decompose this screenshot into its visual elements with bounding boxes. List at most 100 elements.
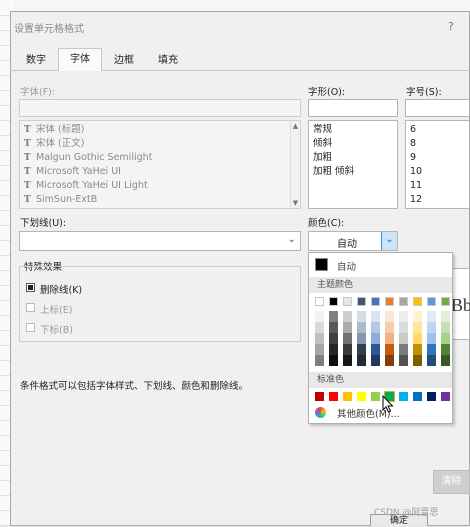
tab-number[interactable]: 数字 (20, 51, 52, 70)
theme-color-swatch[interactable] (315, 297, 324, 306)
theme-shade-swatch[interactable] (441, 333, 450, 344)
standard-color-swatch[interactable] (441, 392, 450, 401)
theme-shade-swatch[interactable] (329, 344, 338, 355)
theme-shade-swatch[interactable] (399, 333, 408, 344)
theme-shade-swatch[interactable] (399, 344, 408, 355)
theme-shade-swatch[interactable] (315, 344, 324, 355)
standard-color-swatch[interactable] (371, 392, 380, 401)
font-size-list[interactable]: 6 8 9 10 11 12 (405, 120, 470, 209)
font-list-item[interactable]: T Microsoft YaHei UI Light (24, 179, 148, 193)
font-style-item[interactable]: 加粗 倾斜 (313, 165, 354, 179)
theme-shade-swatch[interactable] (441, 344, 450, 355)
theme-shade-swatch[interactable] (413, 355, 422, 366)
theme-color-swatch[interactable] (441, 297, 450, 306)
theme-shade-swatch[interactable] (371, 355, 380, 366)
standard-color-swatch[interactable] (399, 392, 408, 401)
font-style-item[interactable]: 倾斜 (313, 137, 332, 151)
theme-shade-swatch[interactable] (343, 311, 352, 322)
underline-select[interactable]: ⌄ (19, 231, 301, 251)
theme-shade-swatch[interactable] (441, 311, 450, 322)
font-list[interactable]: T 宋体 (标题) T 宋体 (正文) T Malgun Gothic Semilig… (19, 120, 301, 209)
theme-shade-swatch[interactable] (385, 344, 394, 355)
font-list-item[interactable]: T SimSun-ExtB (24, 193, 97, 207)
font-size-item[interactable]: 6 (410, 123, 416, 137)
theme-shade-swatch[interactable] (441, 322, 450, 333)
theme-shade-swatch[interactable] (385, 322, 394, 333)
chevron-down-icon[interactable]: ⌄ (381, 232, 397, 250)
theme-color-swatch[interactable] (329, 297, 338, 306)
font-size-item[interactable]: 8 (410, 137, 416, 151)
standard-color-swatch[interactable] (329, 392, 338, 401)
font-style-list[interactable]: 常规 倾斜 加粗 加粗 倾斜 (308, 120, 398, 209)
theme-shade-swatch[interactable] (343, 333, 352, 344)
font-style-item[interactable]: 常规 (313, 123, 332, 137)
standard-color-swatch[interactable] (315, 392, 324, 401)
theme-shade-swatch[interactable] (357, 322, 366, 333)
theme-shade-swatch[interactable] (371, 333, 380, 344)
theme-shade-swatch[interactable] (413, 311, 422, 322)
theme-color-swatch[interactable] (371, 297, 380, 306)
theme-shade-swatch[interactable] (329, 355, 338, 366)
standard-color-swatch[interactable] (357, 392, 366, 401)
theme-shade-swatch[interactable] (427, 344, 436, 355)
theme-color-swatch[interactable] (427, 297, 436, 306)
standard-color-swatch[interactable] (343, 392, 352, 401)
superscript-checkbox[interactable]: 上标(E) (26, 302, 146, 316)
font-size-item[interactable]: 10 (410, 165, 422, 179)
theme-shade-swatch[interactable] (413, 322, 422, 333)
strikethrough-checkbox[interactable]: 删除线(K) (26, 282, 146, 296)
theme-color-swatch[interactable] (413, 297, 422, 306)
theme-color-swatch[interactable] (385, 297, 394, 306)
theme-shade-swatch[interactable] (371, 322, 380, 333)
theme-shade-swatch[interactable] (357, 311, 366, 322)
font-list-item[interactable]: T Malgun Gothic Semilight (24, 151, 152, 165)
font-size-item[interactable]: 11 (410, 179, 422, 193)
theme-shade-swatch[interactable] (441, 355, 450, 366)
theme-shade-swatch[interactable] (315, 333, 324, 344)
theme-shade-swatch[interactable] (385, 355, 394, 366)
theme-shade-swatch[interactable] (357, 344, 366, 355)
theme-shade-swatch[interactable] (427, 311, 436, 322)
theme-shade-swatch[interactable] (357, 333, 366, 344)
clear-button[interactable]: 清除 (433, 470, 470, 494)
theme-color-swatch[interactable] (343, 297, 352, 306)
font-style-item[interactable]: 加粗 (313, 151, 332, 165)
help-button[interactable]: ? (448, 20, 454, 33)
theme-shade-swatch[interactable] (315, 355, 324, 366)
theme-shade-swatch[interactable] (371, 344, 380, 355)
font-size-item[interactable]: 9 (410, 151, 416, 165)
theme-shade-swatch[interactable] (329, 322, 338, 333)
subscript-checkbox[interactable]: 下标(B) (26, 322, 146, 336)
font-list-item[interactable]: T 宋体 (正文) (24, 137, 84, 151)
theme-shade-swatch[interactable] (343, 322, 352, 333)
theme-shade-swatch[interactable] (385, 311, 394, 322)
standard-color-swatch[interactable] (413, 392, 422, 401)
scroll-up-icon[interactable]: ▲ (291, 121, 300, 131)
theme-color-swatch[interactable] (399, 297, 408, 306)
theme-shade-swatch[interactable] (315, 311, 324, 322)
auto-color-option[interactable]: 自动 (313, 257, 448, 273)
theme-shade-swatch[interactable] (385, 333, 394, 344)
font-style-input[interactable] (308, 99, 398, 117)
standard-color-swatch[interactable] (427, 392, 436, 401)
font-list-item[interactable]: T 宋体 (标题) (24, 123, 84, 137)
tab-fill[interactable]: 填充 (152, 51, 184, 70)
theme-shade-swatch[interactable] (329, 311, 338, 322)
theme-shade-swatch[interactable] (427, 355, 436, 366)
theme-shade-swatch[interactable] (399, 322, 408, 333)
theme-shade-swatch[interactable] (357, 355, 366, 366)
font-list-item[interactable]: T Microsoft YaHei UI (24, 165, 121, 179)
font-list-scrollbar[interactable]: ▲ ▼ (290, 121, 300, 208)
theme-shade-swatch[interactable] (413, 333, 422, 344)
font-size-item[interactable]: 12 (410, 193, 422, 207)
theme-shade-swatch[interactable] (371, 311, 380, 322)
more-colors-option[interactable]: 其他颜色(M)... (313, 406, 448, 420)
theme-shade-swatch[interactable] (329, 333, 338, 344)
color-select[interactable]: 自动 ⌄ (308, 231, 398, 251)
tab-font[interactable]: 字体 (58, 48, 102, 71)
theme-shade-swatch[interactable] (343, 344, 352, 355)
theme-shade-swatch[interactable] (427, 322, 436, 333)
tab-border[interactable]: 边框 (108, 51, 140, 70)
theme-color-swatch[interactable] (357, 297, 366, 306)
theme-shade-swatch[interactable] (315, 322, 324, 333)
